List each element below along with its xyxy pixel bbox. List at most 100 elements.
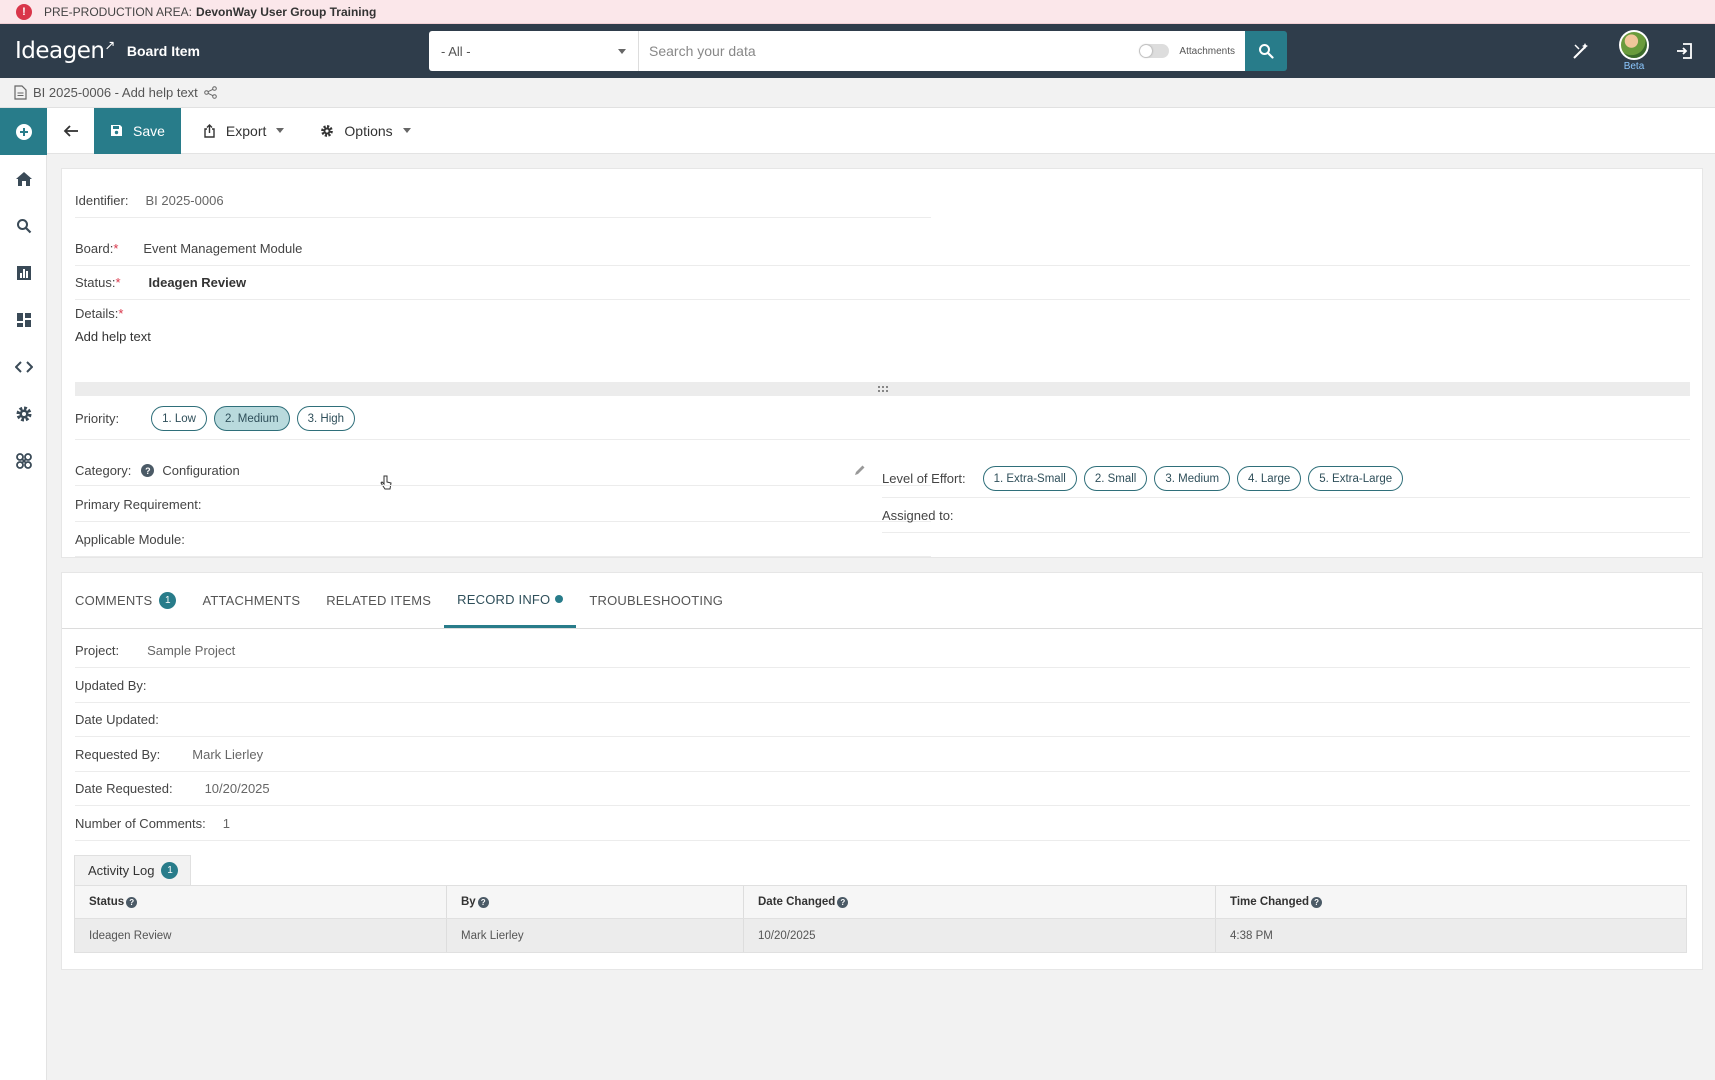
help-icon[interactable]: ? [126, 896, 138, 908]
identifier-value: BI 2025-0006 [145, 193, 224, 208]
cell-time-changed: 4:38 PM [1230, 929, 1273, 942]
sidebar-item-settings[interactable] [0, 390, 47, 437]
tab-comments[interactable]: COMMENTS 1 [62, 573, 189, 628]
logout-icon[interactable] [1675, 41, 1695, 61]
tab-record-info[interactable]: RECORD INFO [444, 573, 577, 628]
record-toolbar: Save Export Options [47, 107, 1715, 154]
tab-troubleshooting[interactable]: TROUBLESHOOTING [576, 573, 736, 628]
search-scope-select[interactable]: - All - [429, 31, 639, 71]
integration-icon [15, 452, 32, 469]
gear-icon [16, 406, 31, 421]
date-updated-field: Date Updated: [75, 712, 159, 727]
status-field: Status: * Ideagen Review [75, 275, 247, 290]
search-placeholder: Search your data [649, 43, 756, 59]
help-icon[interactable]: ? [837, 896, 849, 908]
applicable-module-field: Applicable Module: [75, 532, 185, 547]
options-button[interactable]: Options [298, 108, 424, 154]
app-title: Board Item [126, 43, 200, 59]
banner-label: PRE-PRODUCTION AREA: [44, 4, 193, 19]
resize-handle[interactable] [75, 382, 1690, 396]
sidebar-item-home[interactable] [0, 155, 47, 202]
status-value[interactable]: Ideagen Review [149, 275, 247, 290]
back-button[interactable] [47, 108, 94, 154]
requested-by-label: Requested By: [75, 747, 161, 762]
priority-field: Priority: 1. Low 2. Medium 3. High [75, 406, 362, 431]
date-requested-value: 10/20/2025 [204, 781, 270, 796]
board-field: Board: * Event Management Module [75, 241, 303, 256]
chevron-down-icon [276, 128, 285, 133]
category-label: Category: [75, 463, 132, 478]
attachments-toggle[interactable] [1139, 44, 1170, 58]
drag-handle-icon [877, 386, 888, 392]
share-icon[interactable] [203, 86, 217, 99]
export-icon [204, 123, 215, 138]
home-icon [15, 171, 32, 186]
date-updated-label: Date Updated: [75, 712, 159, 727]
help-icon[interactable]: ? [141, 464, 155, 477]
ideagen-logo[interactable]: Ideagen↗ [15, 38, 115, 64]
tab-comments-label: COMMENTS [75, 593, 153, 608]
search-button[interactable] [1245, 31, 1287, 71]
export-button[interactable]: Export [181, 108, 298, 154]
priority-option-medium[interactable]: 2. Medium [213, 406, 290, 431]
assigned-to-field: Assigned to: [882, 508, 954, 523]
left-sidebar [0, 108, 47, 1080]
effort-option-extra-small[interactable]: 1. Extra-Small [982, 466, 1077, 491]
record-title: BI 2025-0006 - Add help text [33, 85, 198, 100]
top-navigation-bar: Ideagen↗ Board Item - All - Search your … [0, 24, 1715, 78]
board-value[interactable]: Event Management Module [143, 241, 302, 256]
details-value[interactable]: Add help text [75, 329, 151, 344]
effort-option-large[interactable]: 4. Large [1237, 466, 1302, 491]
search-input[interactable]: Search your data Attachments [639, 31, 1245, 71]
effort-option-small[interactable]: 2. Small [1083, 466, 1148, 491]
help-icon[interactable]: ? [477, 896, 489, 908]
column-header-by[interactable]: By? [447, 886, 744, 918]
top-right-actions: Beta [1571, 24, 1715, 78]
user-menu[interactable]: Beta [1619, 30, 1649, 72]
avatar[interactable] [1619, 30, 1649, 60]
sidebar-item-dashboards[interactable] [0, 296, 47, 343]
magic-wand-icon[interactable] [1571, 41, 1591, 61]
cell-by: Mark Lierley [447, 919, 744, 952]
number-of-comments-field: Number of Comments: 1 [75, 816, 230, 831]
effort-option-extra-large[interactable]: 5. Extra-Large [1308, 466, 1404, 491]
beta-label: Beta [1623, 61, 1645, 72]
cursor-hand-icon [380, 475, 392, 490]
tab-related-items[interactable]: RELATED ITEMS [313, 573, 444, 628]
table-row[interactable]: Ideagen Review Mark Lierley 10/20/2025 4… [75, 919, 1686, 952]
priority-option-high[interactable]: 3. High [296, 406, 356, 431]
effort-option-medium[interactable]: 3. Medium [1154, 466, 1231, 491]
attachments-toggle-label: Attachments [1179, 45, 1235, 57]
number-of-comments-label: Number of Comments: [75, 816, 206, 831]
column-header-date-changed[interactable]: Date Changed? [744, 886, 1216, 918]
column-header-time-changed[interactable]: Time Changed? [1216, 886, 1686, 918]
sidebar-item-integrations[interactable] [0, 437, 47, 484]
tab-record-info-label: RECORD INFO [457, 591, 551, 607]
activity-log-tab[interactable]: Activity Log 1 [74, 855, 192, 885]
primary-requirement-label: Primary Requirement: [75, 497, 202, 512]
column-header-status[interactable]: Status? [75, 886, 447, 918]
priority-option-low[interactable]: 1. Low [151, 406, 207, 431]
warning-icon: ! [16, 3, 32, 20]
sidebar-item-new[interactable] [0, 108, 47, 155]
primary-requirement-field: Primary Requirement: [75, 497, 201, 512]
help-icon[interactable]: ? [1311, 896, 1323, 908]
details-label: Details: [75, 306, 119, 321]
activity-log-count-badge: 1 [161, 862, 179, 879]
dashboard-icon [16, 312, 31, 327]
category-value[interactable]: Configuration [162, 463, 239, 478]
applicable-module-label: Applicable Module: [75, 532, 185, 547]
search-icon [1259, 44, 1274, 59]
details-field: Details: * [75, 306, 124, 321]
pencil-icon[interactable] [854, 464, 866, 476]
sidebar-item-code[interactable] [0, 343, 47, 390]
active-indicator-dot [555, 595, 564, 603]
cell-date-changed: 10/20/2025 [744, 919, 1216, 952]
tab-attachments[interactable]: ATTACHMENTS [189, 573, 313, 628]
sidebar-item-reports[interactable] [0, 249, 47, 296]
search-scope-value: - All - [441, 43, 471, 59]
save-button[interactable]: Save [94, 107, 181, 154]
activity-log-label: Activity Log [88, 863, 155, 878]
priority-label: Priority: [75, 411, 120, 426]
sidebar-item-search[interactable] [0, 202, 47, 249]
